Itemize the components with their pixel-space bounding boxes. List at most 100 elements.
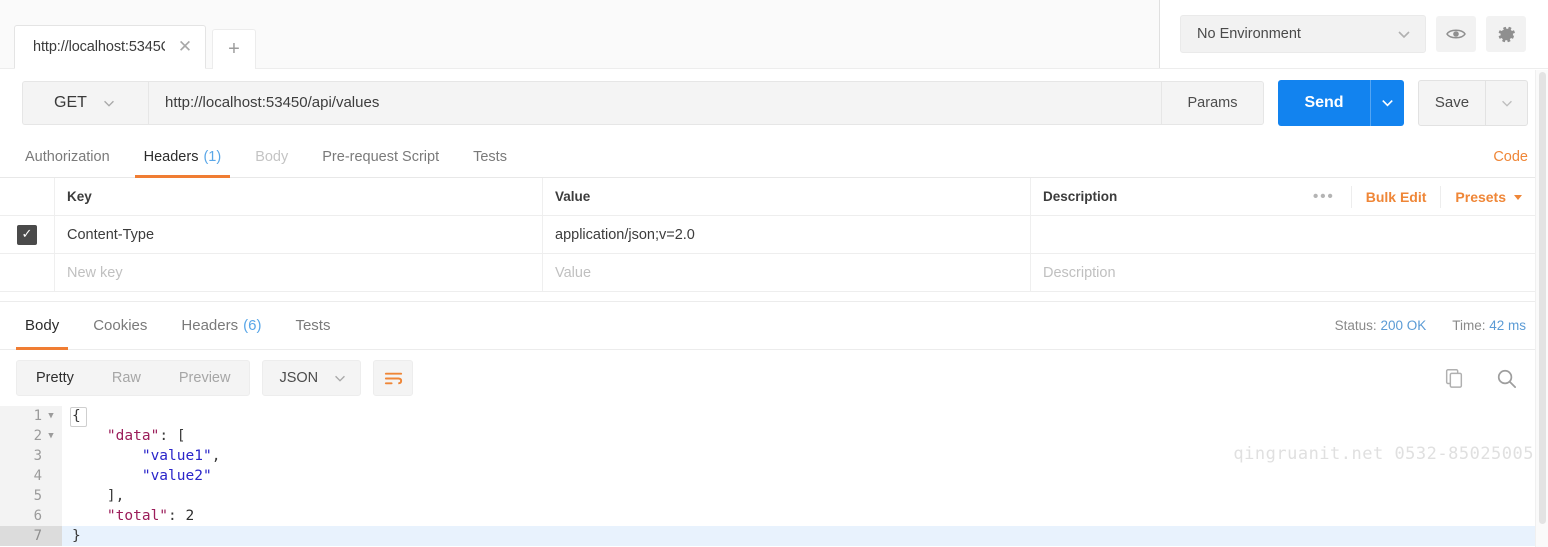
time-label: Time: — [1452, 318, 1486, 333]
column-header-key: Key — [55, 178, 543, 215]
top-bar: http://localhost:5345C ✕ + No Environmen… — [0, 0, 1548, 69]
time-value: 42 ms — [1489, 318, 1526, 333]
header-checkbox-column — [0, 178, 55, 215]
cell-key[interactable]: Content-Type — [55, 216, 543, 253]
save-button-group: Save — [1418, 79, 1528, 126]
response-tab-body[interactable]: Body — [8, 302, 76, 350]
code-line[interactable]: 2 ▼ "data": [ — [0, 426, 1548, 446]
format-raw[interactable]: Raw — [93, 361, 160, 395]
send-button-group: Send — [1278, 79, 1404, 126]
vertical-scrollbar[interactable] — [1535, 70, 1548, 547]
tab-label: Tests — [295, 317, 331, 334]
send-button[interactable]: Send — [1278, 79, 1370, 126]
code-line[interactable]: 5 ], — [0, 486, 1548, 506]
line-number: 1 ▼ — [0, 406, 62, 426]
language-label: JSON — [279, 370, 319, 386]
code-line[interactable]: 6 "total": 2 — [0, 506, 1548, 526]
line-number: 3 — [0, 446, 62, 466]
request-tab-label: http://localhost:5345C — [33, 39, 165, 55]
code-link[interactable]: Code — [1493, 136, 1528, 177]
column-header-description-label: Description — [1043, 189, 1118, 204]
search-icon[interactable] — [1486, 360, 1526, 396]
headers-table-actions: ••• Bulk Edit Presets — [1297, 178, 1538, 215]
environment-select[interactable]: No Environment — [1180, 15, 1426, 53]
cell-key-placeholder[interactable]: New key — [55, 254, 543, 291]
word-wrap-icon[interactable] — [373, 360, 414, 396]
more-dots-icon[interactable]: ••• — [1297, 188, 1351, 205]
eye-icon[interactable] — [1436, 16, 1476, 52]
status-badge: Status: 200 OK — [1335, 318, 1427, 333]
code-line[interactable]: 1 ▼{ — [0, 406, 1548, 427]
table-row[interactable]: ✓ Content-Type application/json;v=2.0 — [0, 216, 1548, 254]
method-select[interactable]: GET — [22, 80, 148, 125]
scrollbar-thumb[interactable] — [1539, 72, 1546, 524]
cell-description[interactable] — [1031, 216, 1548, 253]
fold-toggle-icon[interactable]: ▼ — [46, 411, 56, 421]
line-number: 4 — [0, 466, 62, 486]
request-tab[interactable]: http://localhost:5345C ✕ — [14, 25, 206, 69]
presets-button[interactable]: Presets — [1440, 185, 1538, 208]
tab-pre-request-script[interactable]: Pre-request Script — [305, 136, 456, 177]
table-row-placeholder[interactable]: New key Value Description — [0, 254, 1548, 292]
gear-icon[interactable] — [1486, 16, 1526, 52]
response-tab-cookies[interactable]: Cookies — [76, 302, 164, 349]
tab-count: (1) — [203, 148, 222, 165]
tab-authorization[interactable]: Authorization — [8, 136, 127, 177]
presets-label: Presets — [1455, 188, 1506, 205]
params-button[interactable]: Params — [1162, 80, 1264, 125]
environment-zone: No Environment — [1160, 0, 1548, 68]
tab-headers[interactable]: Headers (1) — [127, 136, 239, 178]
tab-body[interactable]: Body — [238, 136, 305, 177]
row-checkbox[interactable]: ✓ — [0, 216, 55, 253]
cell-value[interactable]: application/json;v=2.0 — [543, 216, 1031, 253]
line-number: 5 — [0, 486, 62, 506]
save-options-caret-icon[interactable] — [1485, 80, 1527, 125]
line-number: 2 ▼ — [0, 426, 62, 446]
line-number: 6 — [0, 506, 62, 526]
tab-label: Cookies — [93, 317, 148, 334]
tab-count: (6) — [243, 317, 262, 334]
format-preview[interactable]: Preview — [160, 361, 250, 395]
cell-description-placeholder[interactable]: Description — [1031, 254, 1548, 291]
format-pretty[interactable]: Pretty — [17, 361, 93, 395]
column-header-value: Value — [543, 178, 1031, 215]
close-icon[interactable]: ✕ — [175, 37, 195, 57]
code-line[interactable]: 7} — [0, 526, 1548, 546]
tab-label: Tests — [473, 148, 507, 165]
status-label: Status: — [1334, 318, 1377, 333]
save-button[interactable]: Save — [1419, 81, 1485, 125]
tab-label: Pre-request Script — [322, 148, 440, 165]
checkbox-checked-icon: ✓ — [17, 224, 37, 245]
tab-label: Authorization — [25, 148, 110, 165]
line-number: 7 — [0, 526, 62, 546]
code-text: ], — [72, 488, 125, 504]
response-tab-tests[interactable]: Tests — [278, 302, 347, 349]
send-options-caret-icon[interactable] — [1370, 79, 1404, 126]
bulk-edit-button[interactable]: Bulk Edit — [1350, 185, 1441, 208]
status-value: 200 OK — [1380, 318, 1427, 333]
url-input[interactable]: http://localhost:53450/api/values — [148, 80, 1162, 125]
language-select[interactable]: JSON — [262, 360, 362, 396]
code-line[interactable]: 4 "value2" — [0, 466, 1548, 486]
tab-label: Headers — [181, 317, 239, 334]
watermark-text: qingruanit.net 0532-85025005 — [1233, 444, 1534, 464]
response-body-editor[interactable]: 1 ▼{2 ▼ "data": [3 "value1", 4 "value2" 5 ],… — [0, 406, 1548, 547]
cell-value-placeholder[interactable]: Value — [543, 254, 1031, 291]
environment-selected-label: No Environment — [1197, 26, 1301, 42]
response-tab-headers[interactable]: Headers (6) — [164, 302, 278, 349]
tab-label: Body — [25, 317, 60, 334]
request-tabs: Authorization Headers (1) Body Pre-reques… — [0, 136, 1548, 178]
request-url-row: GET http://localhost:53450/api/values Pa… — [0, 68, 1548, 136]
fold-toggle-icon[interactable]: ▼ — [46, 431, 56, 441]
tab-label: Body — [255, 148, 289, 165]
code-text: { — [62, 406, 1548, 427]
copy-icon[interactable] — [1434, 360, 1474, 396]
code-text: "total": 2 — [106, 508, 195, 524]
tab-tests[interactable]: Tests — [456, 136, 524, 177]
code-text: "data": [ — [106, 428, 186, 444]
new-tab-button[interactable]: + — [212, 29, 256, 69]
response-divider — [0, 292, 1548, 302]
chevron-down-icon — [332, 370, 348, 386]
row-checkbox-placeholder[interactable] — [0, 254, 55, 291]
time-badge: Time: 42 ms — [1452, 318, 1526, 333]
